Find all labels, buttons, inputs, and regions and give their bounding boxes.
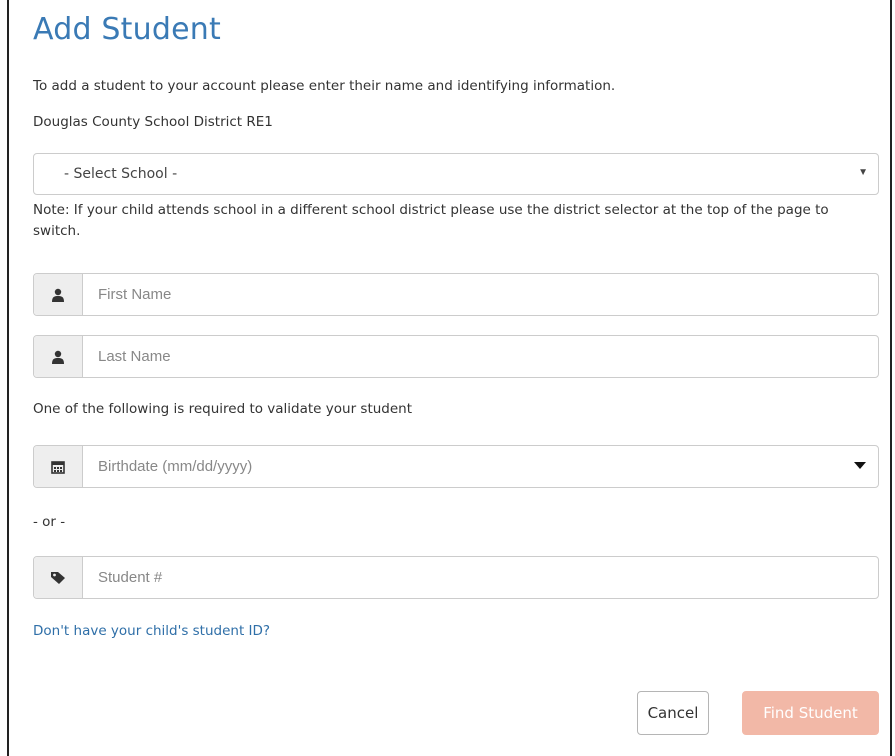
- birthdate-group: [33, 445, 879, 488]
- calendar-icon: [34, 446, 83, 487]
- last-name-input[interactable]: [83, 336, 878, 377]
- birthdate-input[interactable]: [83, 446, 878, 487]
- add-student-panel: Add Student To add a student to your acc…: [7, 0, 892, 756]
- find-student-button[interactable]: Find Student: [742, 691, 879, 735]
- district-name: Douglas County School District RE1: [33, 114, 273, 130]
- page-title: Add Student: [33, 12, 221, 47]
- student-number-group: [33, 556, 879, 599]
- school-select[interactable]: - Select School - ▼: [33, 153, 879, 195]
- first-name-group: [33, 273, 879, 316]
- district-note: Note: If your child attends school in a …: [33, 202, 829, 239]
- user-icon: [34, 336, 83, 377]
- validation-hint: One of the following is required to vali…: [33, 401, 413, 417]
- student-id-help-link[interactable]: Don't have your child's student ID?: [33, 623, 270, 639]
- school-select-value: - Select School -: [64, 166, 178, 182]
- student-number-input[interactable]: [83, 557, 878, 598]
- first-name-input[interactable]: [83, 274, 878, 315]
- cancel-button[interactable]: Cancel: [637, 691, 709, 735]
- chevron-down-icon: ▼: [858, 167, 868, 178]
- last-name-group: [33, 335, 879, 378]
- tag-icon: [34, 557, 83, 598]
- or-separator: - or -: [33, 514, 66, 530]
- caret-down-icon[interactable]: [854, 462, 866, 469]
- user-icon: [34, 274, 83, 315]
- intro-text: To add a student to your account please …: [33, 78, 616, 94]
